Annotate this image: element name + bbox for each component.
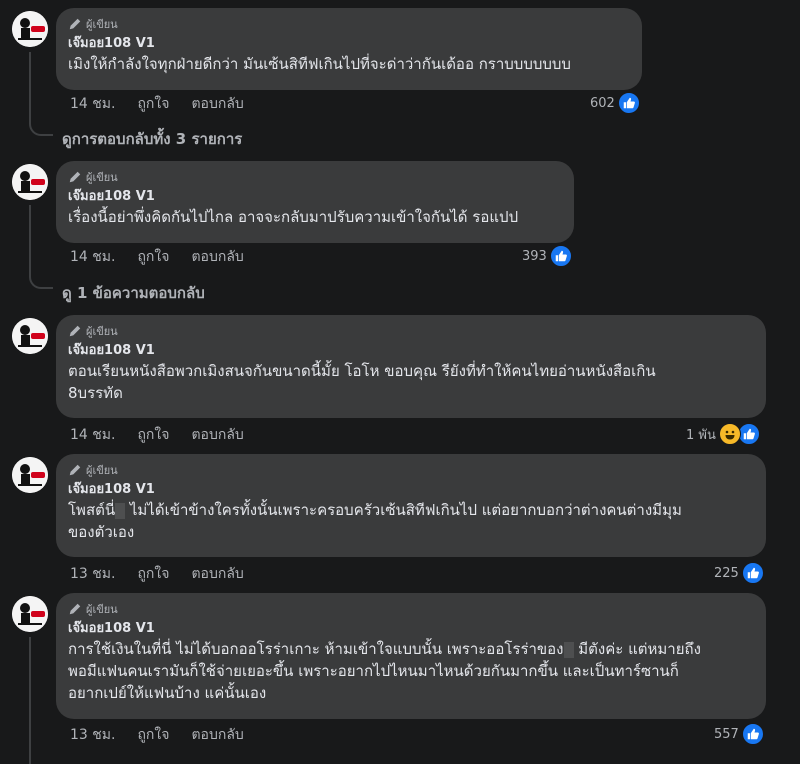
timestamp[interactable]: 14 ชม. — [70, 424, 115, 446]
author-name[interactable]: เจ๊มอย108 V1 — [68, 188, 562, 206]
reaction-count: 602 — [590, 95, 615, 111]
text-part: โพสต์นี่ — [68, 501, 116, 519]
like-button[interactable]: ถูกใจ — [137, 724, 169, 746]
reaction-count: 1 พัน — [686, 427, 716, 443]
timestamp[interactable]: 13 ชม. — [70, 724, 115, 746]
pencil-icon — [69, 18, 81, 30]
badge-label: ผู้เขียน — [86, 171, 118, 184]
author-badge: ผู้เขียน — [68, 600, 754, 618]
comment-actions: 13 ชม. ถูกใจ ตอบกลับ — [70, 725, 266, 745]
comment-text: พอมีแฟนคนเรามันก็ใช้จ่ายเยอะขึ้น เพราะอย… — [68, 662, 679, 680]
haha-icon — [718, 423, 741, 445]
author-name[interactable]: เจ๊มอย108 V1 — [68, 481, 754, 499]
author-name[interactable]: เจ๊มอย108 V1 — [68, 620, 754, 638]
timestamp[interactable]: 14 ชม. — [70, 246, 115, 268]
text-part: มีตังค่ะ แต่หมายถึง — [573, 640, 701, 658]
pencil-icon — [69, 603, 81, 615]
like-icon — [741, 562, 764, 584]
comment-text: 8บรรทัด — [68, 384, 123, 402]
comment-text: เมิงให้กำลังใจทุกฝ่ายดีกว่า มันเซ้นสิทีฟ… — [68, 55, 571, 73]
comment-text: โพสต์นี่ ไม่ได้เข้าข้างใครทั้งนั้นเพราะค… — [68, 499, 754, 521]
view-replies-link[interactable]: ดู 1 ข้อความตอบกลับ — [62, 281, 205, 305]
timestamp[interactable]: 13 ชม. — [70, 563, 115, 585]
avatar[interactable] — [12, 596, 48, 632]
comment-text: เรื่องนี้อย่าพึ่งคิดกันไปไกล อาจจะกลับมา… — [68, 208, 519, 226]
reply-button[interactable]: ตอบกลับ — [191, 424, 243, 446]
thread-line — [29, 122, 53, 136]
avatar-logo — [12, 457, 48, 493]
like-button[interactable]: ถูกใจ — [137, 93, 169, 115]
author-badge: ผู้เขียน — [68, 461, 754, 479]
author-badge: ผู้เขียน — [68, 168, 562, 186]
like-icon — [549, 245, 572, 267]
like-icon — [741, 723, 764, 745]
avatar[interactable] — [12, 318, 48, 354]
avatar-logo — [12, 11, 48, 47]
reply-button[interactable]: ตอบกลับ — [191, 246, 243, 268]
author-name[interactable]: เจ๊มอย108 V1 — [68, 35, 630, 53]
comment-bubble: ผู้เขียน เจ๊มอย108 V1 เรื่องนี้อย่าพึ่งค… — [56, 161, 574, 243]
comment-text: ตอนเรียนหนังสือพวกเมิงสนจกันขนาดนี้มั้ย … — [68, 362, 656, 380]
timestamp[interactable]: 14 ชม. — [70, 93, 115, 115]
badge-label: ผู้เขียน — [86, 325, 118, 338]
text-part: การใช้เงินในที่นี่ ไม่ได้บอกออโรร่าเกาะ … — [68, 640, 564, 658]
reaction-count: 557 — [714, 726, 739, 742]
comment-actions: 14 ชม. ถูกใจ ตอบกลับ — [70, 425, 266, 445]
reaction-count: 393 — [522, 248, 547, 264]
author-badge: ผู้เขียน — [68, 15, 630, 33]
avatar-logo — [12, 164, 48, 200]
pencil-icon — [69, 464, 81, 476]
thread-line — [29, 52, 31, 124]
comment-bubble: ผู้เขียน เจ๊มอย108 V1 การใช้เงินในที่นี่… — [56, 593, 766, 719]
reaction-summary[interactable]: 602 — [590, 92, 640, 114]
thread-line — [29, 205, 31, 277]
comment-actions: 14 ชม. ถูกใจ ตอบกลับ — [70, 94, 266, 114]
comment-text: การใช้เงินในที่นี่ ไม่ได้บอกออโรร่าเกาะ … — [68, 638, 754, 660]
thread-line — [29, 637, 31, 764]
avatar[interactable] — [12, 457, 48, 493]
avatar-logo — [12, 596, 48, 632]
badge-label: ผู้เขียน — [86, 18, 118, 31]
reply-button[interactable]: ตอบกลับ — [191, 93, 243, 115]
avatar[interactable] — [12, 164, 48, 200]
censor-block — [115, 502, 126, 519]
badge-label: ผู้เขียน — [86, 603, 118, 616]
pencil-icon — [69, 171, 81, 183]
author-name[interactable]: เจ๊มอย108 V1 — [68, 342, 754, 360]
like-button[interactable]: ถูกใจ — [137, 563, 169, 585]
comment-text: อยากเปย์ให้แฟนบ้าง แค่นั้นเอง — [68, 684, 267, 702]
reply-button[interactable]: ตอบกลับ — [191, 724, 243, 746]
comment-bubble: ผู้เขียน เจ๊มอย108 V1 ตอนเรียนหนังสือพวก… — [56, 315, 766, 418]
avatar[interactable] — [12, 11, 48, 47]
censor-block — [563, 641, 574, 658]
reaction-summary[interactable]: 393 — [522, 245, 572, 267]
comment-bubble: ผู้เขียน เจ๊มอย108 V1 เมิงให้กำลังใจทุกฝ… — [56, 8, 642, 90]
reaction-summary[interactable]: 225 — [714, 562, 764, 584]
like-button[interactable]: ถูกใจ — [137, 246, 169, 268]
comment-text: ของตัวเอง — [68, 523, 135, 541]
pencil-icon — [69, 325, 81, 337]
comment-actions: 14 ชม. ถูกใจ ตอบกลับ — [70, 247, 266, 267]
reaction-summary[interactable]: 1 พัน — [686, 423, 760, 445]
like-icon — [617, 92, 640, 114]
badge-label: ผู้เขียน — [86, 464, 118, 477]
thread-line — [29, 275, 53, 289]
text-part: ไม่ได้เข้าข้างใครทั้งนั้นเพราะครอบครัวเซ… — [125, 501, 682, 519]
reaction-count: 225 — [714, 565, 739, 581]
author-badge: ผู้เขียน — [68, 322, 754, 340]
reaction-summary[interactable]: 557 — [714, 723, 764, 745]
avatar-logo — [12, 318, 48, 354]
view-replies-link[interactable]: ดูการตอบกลับทั้ง 3 รายการ — [62, 127, 242, 151]
like-icon — [737, 423, 760, 445]
reply-button[interactable]: ตอบกลับ — [191, 563, 243, 585]
comment-actions: 13 ชม. ถูกใจ ตอบกลับ — [70, 564, 266, 584]
like-button[interactable]: ถูกใจ — [137, 424, 169, 446]
comment-bubble: ผู้เขียน เจ๊มอย108 V1 โพสต์นี่ ไม่ได้เข้… — [56, 454, 766, 557]
